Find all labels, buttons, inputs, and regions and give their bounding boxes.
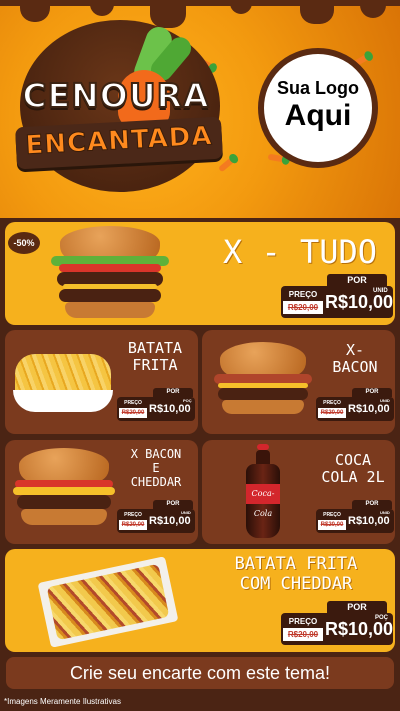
price-tag: POR PREÇO R$20,00 R$10,00 UNID — [117, 500, 195, 536]
bowl-shape — [13, 390, 113, 412]
item-name: X - TUDO — [222, 233, 378, 271]
old-price: R$20,00 — [318, 520, 346, 530]
menu-card-batata-cheddar: BATATA FRITA COM CHEDDAR POR PREÇO R$20,… — [5, 549, 395, 652]
cta-banner: Crie seu encarte com este tema! — [6, 657, 394, 689]
menu-card-coca-cola: Coca-Cola COCA COLA 2L POR PREÇO R$20,00… — [202, 440, 395, 544]
price-preco-label: PREÇO — [318, 399, 346, 407]
unit-label: POÇ — [183, 398, 192, 403]
item-name-line1: BATATA FRITA — [234, 554, 358, 574]
fries-image — [15, 354, 111, 394]
logo-line1: Sua Logo — [277, 78, 359, 98]
menu-card-x-bacon-cheddar: X BACON E CHEDDAR POR PREÇO R$20,00 R$10… — [5, 440, 198, 544]
patty-shape — [218, 388, 308, 400]
logo-placeholder: Sua Logo Aqui — [258, 48, 378, 168]
price-por-label: POR — [352, 388, 392, 397]
item-name-line1: X BACON — [130, 447, 182, 461]
price-tag: POR PREÇO R$20,00 R$10,00 POÇ — [117, 388, 195, 424]
item-name: BATATA FRITA COM CHEDDAR — [201, 554, 391, 594]
item-name-line1: X- — [345, 341, 365, 359]
price-tag: POR PREÇO R$20,00 R$10,00 UNID — [316, 388, 394, 424]
unit-label: UNID — [380, 398, 390, 403]
menu-card-batata-frita: BATATA FRITA POR PREÇO R$20,00 R$10,00 P… — [5, 330, 198, 434]
cheese-shape — [13, 487, 115, 495]
unit-label: UNID — [373, 288, 388, 294]
old-price: R$20,00 — [283, 628, 323, 641]
price-por-label: POR — [153, 388, 193, 397]
bottle-label: Coca-Cola — [246, 484, 280, 518]
unit-label: UNID — [380, 510, 390, 515]
item-name: BATATA FRITA — [115, 339, 195, 375]
price-preco-label: PREÇO — [318, 511, 346, 519]
price-por-label: POR — [153, 500, 193, 509]
price-preco-label: PREÇO — [283, 289, 323, 300]
old-price: R$20,00 — [318, 408, 346, 418]
menu-card-x-bacon: X- BACON POR PREÇO R$20,00 R$10,00 UNID — [202, 330, 395, 434]
price-por-label: POR — [352, 500, 392, 509]
price-preco-label: PREÇO — [119, 511, 147, 519]
logo-line2: Aqui — [284, 99, 352, 132]
burger-image — [19, 448, 109, 482]
patty-shape — [17, 495, 111, 509]
bun-bottom-shape — [21, 509, 107, 525]
item-name-line1: BATATA — [127, 339, 183, 357]
tomato-shape — [59, 264, 161, 272]
price-preco-label: PREÇO — [283, 616, 323, 627]
brand-title-line1: CENOURA — [21, 75, 210, 116]
item-name-line2: COLA 2L — [321, 468, 385, 487]
discount-badge: -50% — [8, 232, 40, 254]
old-price: R$20,00 — [283, 301, 323, 314]
price-preco-label: PREÇO — [119, 399, 147, 407]
item-name-line2: E — [152, 460, 160, 475]
unit-label: UNID — [181, 510, 191, 515]
item-name-line3: CHEDDAR — [130, 474, 182, 489]
disclaimer-text: *Imagens Meramente Ilustrativas — [4, 697, 121, 706]
old-price: R$20,00 — [119, 520, 147, 530]
item-name-line2: FRITA — [132, 356, 178, 375]
price-por-label: POR — [327, 601, 387, 613]
item-name-line2: BACON — [332, 358, 378, 377]
old-price: R$20,00 — [119, 408, 147, 418]
price-por-label: POR — [327, 274, 387, 286]
item-name: X BACON E CHEDDAR — [117, 447, 195, 489]
bun-bottom-shape — [65, 302, 155, 318]
cheddar-fries-image — [46, 563, 170, 641]
patty-shape — [59, 289, 161, 302]
item-name-line1: COCA — [334, 451, 372, 469]
item-name: X- BACON — [318, 341, 392, 377]
price-tag: POR PREÇO R$20,00 R$10,00 POÇ — [281, 601, 394, 647]
burger-image — [220, 342, 306, 376]
unit-label: POÇ — [375, 615, 389, 621]
bun-bottom-shape — [222, 400, 304, 414]
menu-card-x-tudo: X - TUDO POR PREÇO R$20,00 R$10,00 UNID — [5, 222, 395, 325]
price-tag: POR PREÇO R$20,00 R$10,00 UNID — [281, 274, 394, 320]
price-tag: POR PREÇO R$20,00 R$10,00 UNID — [316, 500, 394, 536]
item-name: COCA COLA 2L — [314, 451, 392, 487]
item-name-line2: COM CHEDDAR — [239, 573, 353, 594]
burger-image — [60, 226, 160, 260]
